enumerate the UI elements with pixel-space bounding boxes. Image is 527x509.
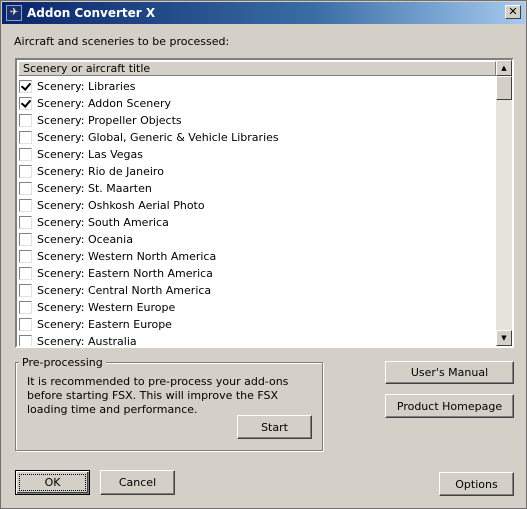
column-header-title[interactable]: Scenery or aircraft title: [18, 61, 496, 76]
list-item[interactable]: Scenery: Addon Scenery: [19, 95, 495, 112]
list-item[interactable]: Scenery: Western Europe: [19, 299, 495, 316]
item-checkbox[interactable]: [19, 250, 32, 263]
options-button[interactable]: Options: [439, 472, 514, 496]
list-item[interactable]: Scenery: Western North America: [19, 248, 495, 265]
item-checkbox[interactable]: [19, 182, 32, 195]
list-item[interactable]: Scenery: Global, Generic & Vehicle Libra…: [19, 129, 495, 146]
airplane-icon: ✈: [6, 5, 22, 21]
item-label: Scenery: Oceania: [37, 233, 133, 246]
item-checkbox[interactable]: [19, 114, 32, 127]
vertical-scrollbar[interactable]: ▲ ▼: [496, 60, 512, 346]
scroll-thumb[interactable]: [496, 76, 512, 100]
addon-list-rows: Scenery: Libraries Scenery: Addon Scenery…: [19, 78, 495, 348]
item-label: Scenery: Propeller Objects: [37, 114, 182, 127]
cancel-button[interactable]: Cancel: [100, 470, 175, 495]
item-checkbox[interactable]: [19, 148, 32, 161]
list-caption: Aircraft and sceneries to be processed:: [14, 35, 230, 48]
list-item[interactable]: Scenery: Libraries: [19, 78, 495, 95]
item-checkbox[interactable]: [19, 216, 32, 229]
item-label: Scenery: Addon Scenery: [37, 97, 172, 110]
item-label: Scenery: Western North America: [37, 250, 217, 263]
start-button[interactable]: Start: [237, 415, 312, 439]
title-bar[interactable]: ✈ Addon Converter X ✕: [2, 2, 525, 24]
item-checkbox[interactable]: [19, 301, 32, 314]
window-title: Addon Converter X: [27, 6, 156, 20]
preprocessing-group-title: Pre-processing: [19, 356, 106, 369]
item-checkbox[interactable]: [19, 233, 32, 246]
item-checkbox[interactable]: [19, 131, 32, 144]
item-checkbox[interactable]: [19, 97, 32, 110]
scroll-down-button[interactable]: ▼: [496, 330, 512, 346]
item-checkbox[interactable]: [19, 80, 32, 93]
item-label: Scenery: Australia: [37, 335, 137, 348]
list-item[interactable]: Scenery: Eastern North America: [19, 265, 495, 282]
item-label: Scenery: Eastern Europe: [37, 318, 172, 331]
item-label: Scenery: Oshkosh Aerial Photo: [37, 199, 205, 212]
item-label: Scenery: Rio de Janeiro: [37, 165, 164, 178]
item-label: Scenery: Libraries: [37, 80, 136, 93]
item-checkbox[interactable]: [19, 284, 32, 297]
list-item[interactable]: Scenery: Propeller Objects: [19, 112, 495, 129]
list-item[interactable]: Scenery: South America: [19, 214, 495, 231]
list-item[interactable]: Scenery: Oceania: [19, 231, 495, 248]
item-checkbox[interactable]: [19, 267, 32, 280]
scroll-up-button[interactable]: ▲: [496, 60, 512, 76]
close-button[interactable]: ✕: [505, 5, 521, 19]
list-item[interactable]: Scenery: Central North America: [19, 282, 495, 299]
users-manual-button[interactable]: User's Manual: [385, 361, 514, 384]
list-item[interactable]: Scenery: Oshkosh Aerial Photo: [19, 197, 495, 214]
item-checkbox[interactable]: [19, 199, 32, 212]
item-label: Scenery: Global, Generic & Vehicle Libra…: [37, 131, 279, 144]
item-label: Scenery: Western Europe: [37, 301, 176, 314]
item-checkbox[interactable]: [19, 318, 32, 331]
list-item[interactable]: Scenery: Las Vegas: [19, 146, 495, 163]
item-label: Scenery: Eastern North America: [37, 267, 213, 280]
addon-listbox[interactable]: Scenery or aircraft title Scenery: Libra…: [15, 58, 514, 348]
addon-converter-window: ✈ Addon Converter X ✕ Aircraft and scene…: [0, 0, 527, 509]
list-item[interactable]: Scenery: Rio de Janeiro: [19, 163, 495, 180]
product-homepage-button[interactable]: Product Homepage: [385, 394, 514, 418]
item-label: Scenery: South America: [37, 216, 169, 229]
list-item[interactable]: Scenery: Australia: [19, 333, 495, 348]
ok-button[interactable]: OK: [15, 470, 90, 495]
item-label: Scenery: Central North America: [37, 284, 212, 297]
item-label: Scenery: St. Maarten: [37, 182, 152, 195]
list-item[interactable]: Scenery: Eastern Europe: [19, 316, 495, 333]
preprocessing-description: It is recommended to pre-process your ad…: [27, 375, 289, 416]
focus-rectangle: [19, 474, 86, 491]
list-item[interactable]: Scenery: St. Maarten: [19, 180, 495, 197]
item-label: Scenery: Las Vegas: [37, 148, 143, 161]
item-checkbox[interactable]: [19, 335, 32, 346]
item-checkbox[interactable]: [19, 165, 32, 178]
